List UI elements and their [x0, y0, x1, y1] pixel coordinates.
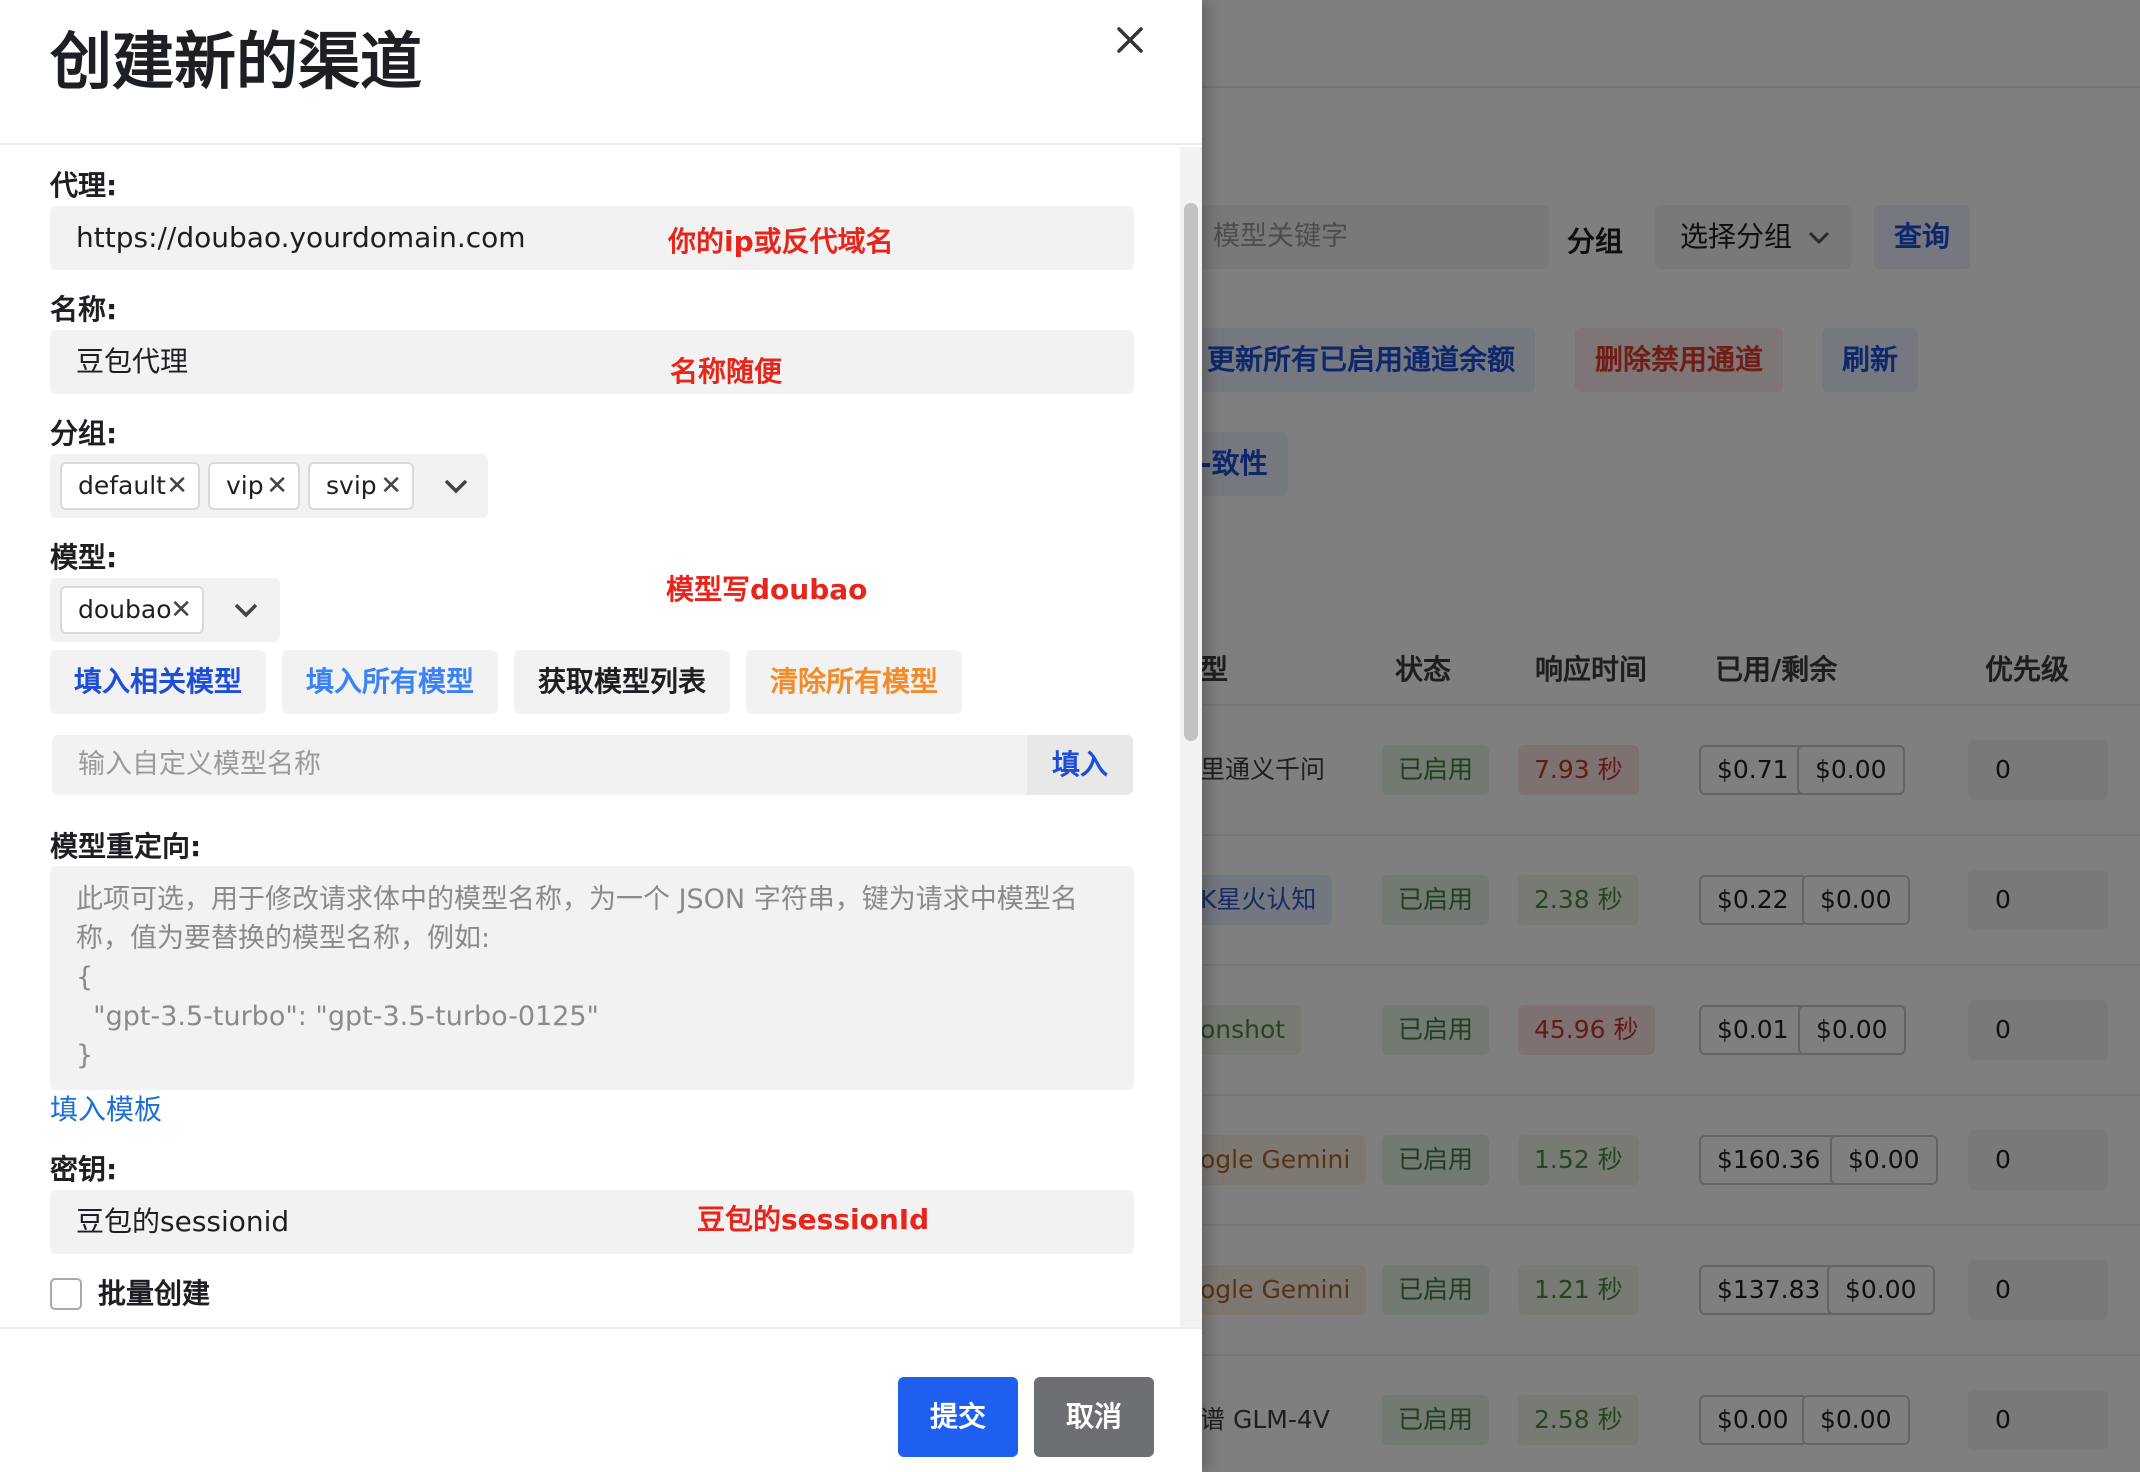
name-input[interactable]: 豆包代理	[50, 330, 1134, 394]
name-annotation: 名称随便	[670, 355, 783, 388]
modal-scrollbar-thumb[interactable]	[1184, 203, 1198, 741]
key-label: 密钥:	[50, 1153, 118, 1186]
group-tag-label: default	[78, 471, 166, 500]
create-channel-modal: 创建新的渠道 代理: https://doubao.yourdomain.com…	[0, 0, 1202, 1472]
remove-tag-icon[interactable]: ✕	[380, 464, 402, 508]
fill-template-link[interactable]: 填入模板	[50, 1092, 162, 1128]
model-tag-doubao: doubao ✕	[60, 586, 204, 634]
modal-title: 创建新的渠道	[50, 25, 423, 98]
model-annotation: 模型写doubao	[666, 573, 868, 606]
chevron-down-icon[interactable]	[230, 594, 262, 626]
fill-all-models-button[interactable]: 填入所有模型	[282, 650, 498, 714]
group-tag-label: vip	[226, 471, 264, 500]
group-label: 分组:	[50, 417, 118, 450]
remove-tag-icon[interactable]: ✕	[170, 588, 192, 632]
submit-button[interactable]: 提交	[898, 1377, 1018, 1457]
remove-tag-icon[interactable]: ✕	[266, 464, 288, 508]
fill-related-models-button[interactable]: 填入相关模型	[50, 650, 266, 714]
batch-create-checkbox[interactable]	[50, 1278, 82, 1310]
key-input[interactable]: 豆包的sessionid	[50, 1190, 1134, 1254]
custom-model-input[interactable]: 输入自定义模型名称	[52, 735, 1027, 795]
group-tag-svip: svip ✕	[308, 462, 414, 510]
custom-model-group: 输入自定义模型名称 填入	[52, 735, 1133, 795]
remove-tag-icon[interactable]: ✕	[166, 464, 188, 508]
clear-all-models-button[interactable]: 清除所有模型	[746, 650, 962, 714]
fill-custom-model-button[interactable]: 填入	[1027, 735, 1133, 795]
name-label: 名称:	[50, 293, 118, 326]
chevron-down-icon[interactable]	[440, 470, 472, 502]
model-mapping-label: 模型重定向:	[50, 830, 202, 863]
proxy-label: 代理:	[50, 169, 118, 202]
batch-create-label: 批量创建	[98, 1277, 211, 1310]
model-mapping-textarea[interactable]: 此项可选，用于修改请求体中的模型名称，为一个 JSON 字符串，键为请求中模型名…	[50, 866, 1134, 1090]
model-tag-label: doubao	[78, 595, 172, 624]
proxy-annotation: 你的ip或反代域名	[668, 225, 894, 258]
cancel-button[interactable]: 取消	[1034, 1377, 1154, 1457]
modal-header: 创建新的渠道	[0, 0, 1202, 145]
model-label: 模型:	[50, 541, 118, 574]
close-icon[interactable]	[1108, 14, 1152, 66]
proxy-input[interactable]: https://doubao.yourdomain.com	[50, 206, 1134, 270]
modal-footer-divider	[0, 1327, 1202, 1329]
group-multiselect[interactable]: default ✕ vip ✕ svip ✕	[50, 454, 488, 518]
group-tag-label: svip	[326, 471, 377, 500]
group-tag-vip: vip ✕	[208, 462, 300, 510]
group-tag-default: default ✕	[60, 462, 200, 510]
model-multiselect[interactable]: doubao ✕	[50, 578, 280, 642]
fetch-model-list-button[interactable]: 获取模型列表	[514, 650, 730, 714]
key-annotation: 豆包的sessionId	[697, 1203, 930, 1236]
